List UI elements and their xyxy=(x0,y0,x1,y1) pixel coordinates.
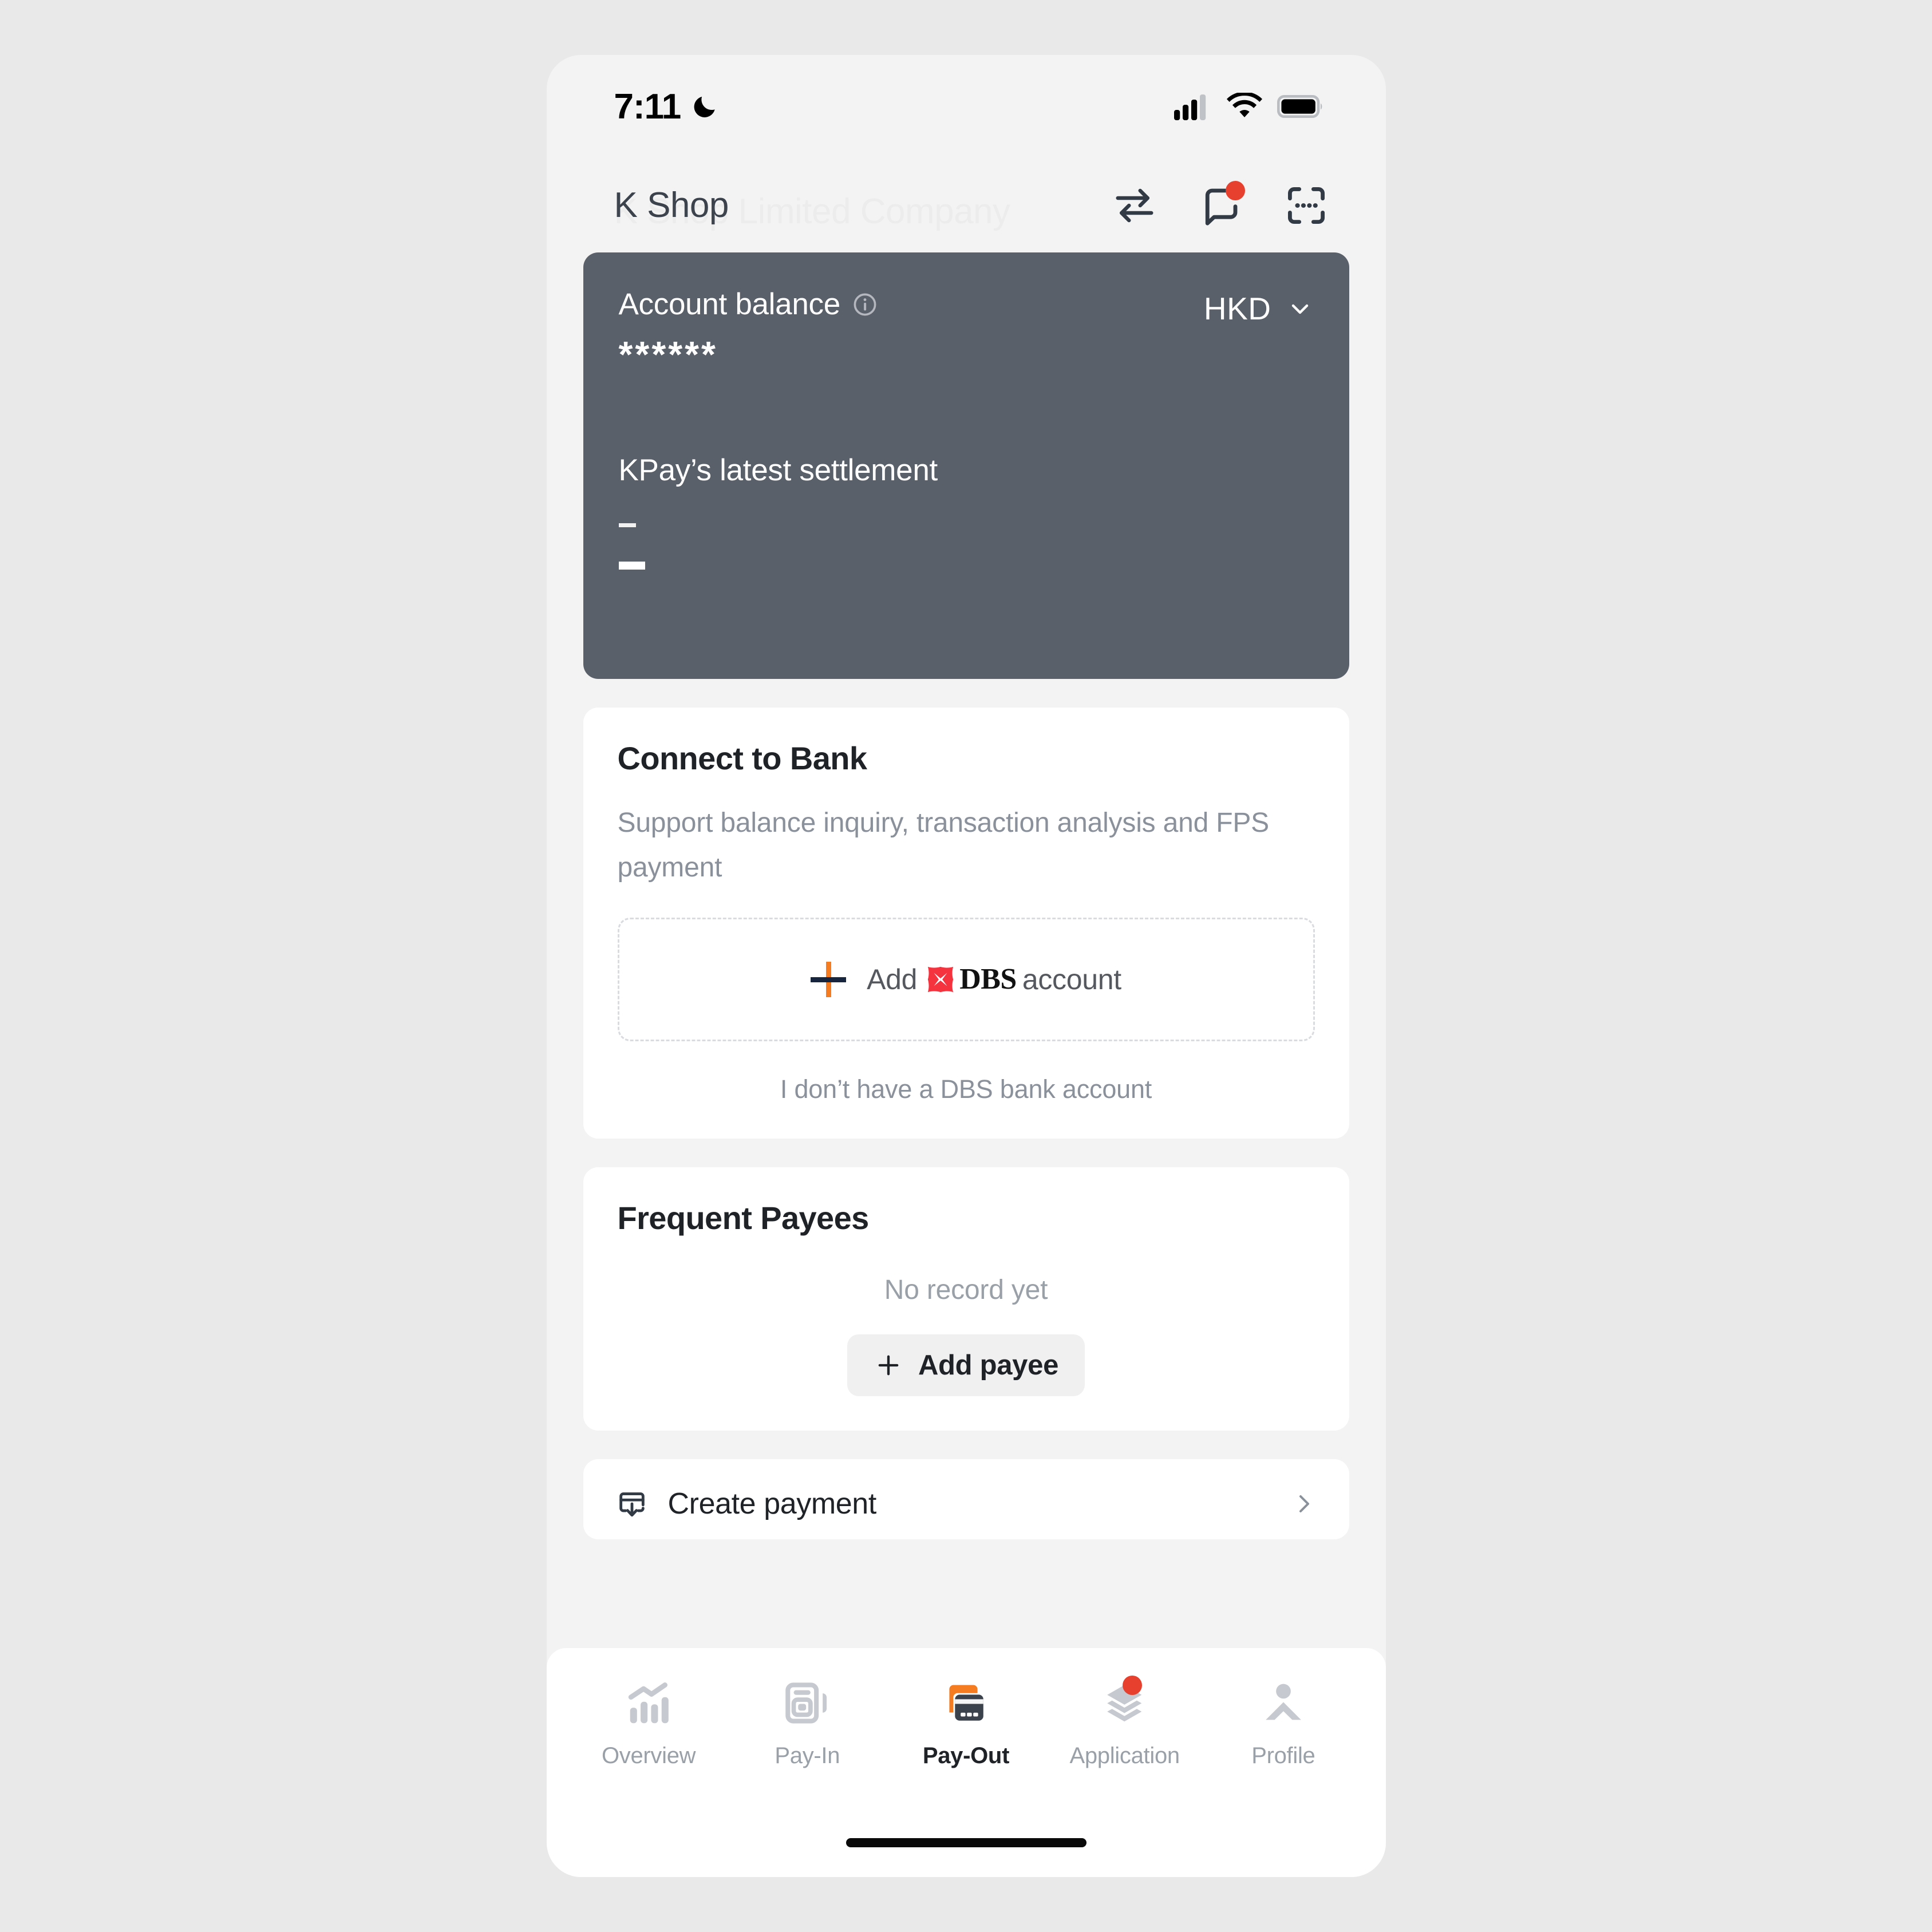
home-indicator[interactable] xyxy=(846,1838,1086,1847)
add-suffix-text: account xyxy=(1022,963,1121,995)
add-dbs-account-button[interactable]: Add DBS account xyxy=(617,917,1315,1041)
nav-label-profile: Profile xyxy=(1251,1743,1315,1768)
create-payment-row[interactable]: Create payment xyxy=(615,1487,1317,1521)
moon-icon xyxy=(694,96,715,117)
nav-item-pay-in[interactable]: Pay-In xyxy=(738,1676,876,1769)
cellular-signal-icon xyxy=(1174,94,1206,120)
card-reader-icon xyxy=(782,1676,832,1730)
chevron-right-icon xyxy=(1299,1495,1309,1512)
battery-full-icon xyxy=(1277,95,1322,118)
layers-icon xyxy=(1100,1676,1150,1730)
settlement-amount-placeholder xyxy=(618,562,645,570)
frequent-payees-title: Frequent Payees xyxy=(617,1199,870,1236)
chat-unread-badge xyxy=(1225,180,1245,200)
chevron-down-icon xyxy=(1291,304,1308,314)
dbs-logo-icon: DBS xyxy=(925,962,1017,996)
transfer-arrows-icon[interactable] xyxy=(1112,183,1157,228)
application-badge xyxy=(1122,1676,1142,1695)
add-prefix-text: Add xyxy=(867,963,918,995)
currency-selector[interactable]: HKD xyxy=(1204,287,1314,327)
balance-amount-masked[interactable]: ****** xyxy=(619,336,1314,373)
person-icon xyxy=(1258,1676,1309,1730)
header-actions xyxy=(1112,180,1329,228)
balance-label: Account balance xyxy=(618,287,841,321)
settlement-date-placeholder xyxy=(618,523,636,527)
connect-to-bank-subtitle: Support balance inquiry, transaction ana… xyxy=(617,808,1270,883)
cards-stack-icon xyxy=(941,1676,991,1730)
plus-icon xyxy=(811,961,847,997)
scan-frame-icon[interactable] xyxy=(1284,183,1329,228)
settlement-label: KPay’s latest settlement xyxy=(618,453,938,487)
no-dbs-account-link[interactable]: I don’t have a DBS bank account xyxy=(618,1074,1315,1104)
wifi-icon xyxy=(1226,93,1262,117)
nav-label-pay-out: Pay-Out xyxy=(922,1743,1010,1768)
balance-label-group: Account balance xyxy=(619,287,878,322)
plus-icon xyxy=(878,1355,899,1375)
phone-screen: 7:11 K Shop Limited Company K Shop Accou… xyxy=(546,55,1386,1877)
status-bar: 7:11 xyxy=(547,55,1386,158)
nav-item-overview[interactable]: Overview xyxy=(580,1676,717,1769)
page-title: K Shop xyxy=(614,185,729,225)
bar-chart-trend-icon xyxy=(623,1676,674,1730)
nav-label-pay-in: Pay-In xyxy=(775,1743,840,1768)
nav-label-application: Application xyxy=(1069,1743,1180,1768)
nav-item-application[interactable]: Application xyxy=(1056,1676,1194,1769)
frequent-payees-empty-text: No record yet xyxy=(884,1274,1048,1305)
account-balance-card: Account balance HKD ****** KPay’s latest… xyxy=(583,252,1349,679)
chat-bubble-icon[interactable] xyxy=(1198,180,1245,228)
app-header: K Shop Limited Company K Shop xyxy=(547,158,1386,252)
nav-label-overview: Overview xyxy=(601,1743,696,1768)
frequent-payees-card: Frequent Payees No record yet Add payee xyxy=(583,1167,1349,1431)
create-payment-label: Create payment xyxy=(667,1487,877,1520)
currency-value: HKD xyxy=(1203,291,1271,326)
status-bar-right xyxy=(1174,93,1323,120)
status-time: 7:11 xyxy=(614,86,682,127)
add-payee-row: Add payee xyxy=(618,1334,1315,1396)
screenshot-root: 7:11 K Shop Limited Company K Shop Accou… xyxy=(0,0,1932,1932)
status-bar-left: 7:11 xyxy=(614,86,720,127)
info-circle-icon[interactable] xyxy=(852,291,878,318)
add-payee-label: Add payee xyxy=(918,1349,1059,1381)
card-download-icon xyxy=(619,1492,645,1516)
main-content: Account balance HKD ****** KPay’s latest… xyxy=(547,252,1386,1877)
connect-to-bank-card: Connect to Bank Support balance inquiry,… xyxy=(583,708,1349,1139)
nav-item-profile[interactable]: Profile xyxy=(1215,1676,1352,1769)
add-payee-button[interactable]: Add payee xyxy=(847,1334,1085,1396)
balance-card-header: Account balance HKD xyxy=(619,287,1314,327)
dbs-wordmark: DBS xyxy=(959,963,1017,995)
nav-item-pay-out[interactable]: Pay-Out xyxy=(897,1676,1034,1769)
add-dbs-account-label: Add DBS account xyxy=(867,962,1121,996)
create-payment-card[interactable]: Create payment xyxy=(583,1459,1349,1539)
connect-to-bank-title: Connect to Bank xyxy=(617,740,868,776)
